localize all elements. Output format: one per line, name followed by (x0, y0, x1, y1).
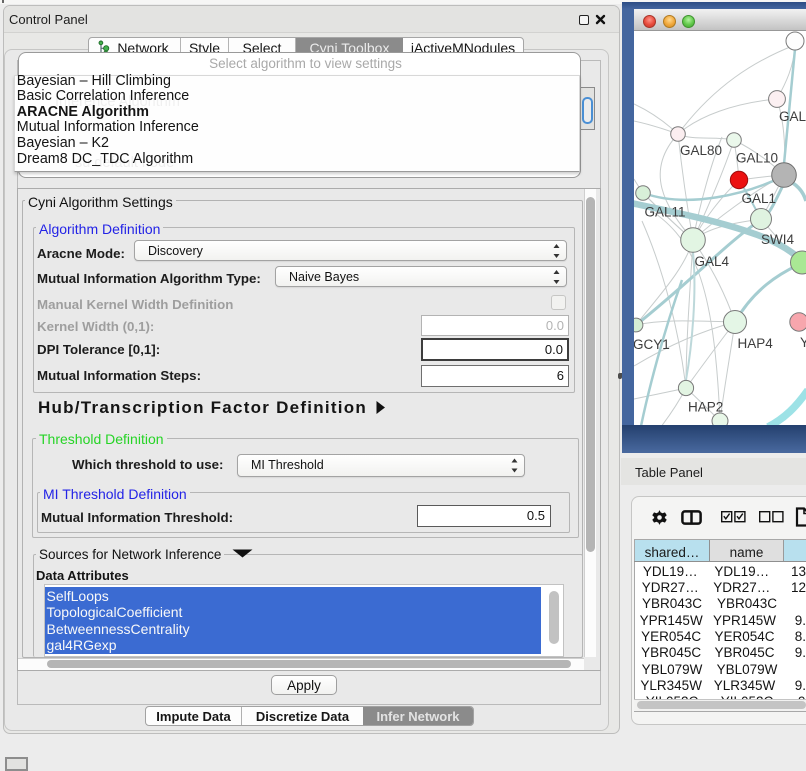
svg-text:GAL80: GAL80 (680, 143, 722, 158)
svg-text:Y: Y (800, 335, 806, 350)
svg-text:HAP4: HAP4 (738, 336, 774, 351)
svg-text:GAL4: GAL4 (695, 254, 730, 269)
svg-text:HAP2: HAP2 (688, 400, 723, 415)
svg-text:GAL11: GAL11 (645, 205, 686, 220)
svg-text:GAL7: GAL7 (779, 109, 806, 124)
svg-text:GAL10: GAL10 (736, 151, 778, 166)
svg-text:SWI4: SWI4 (761, 232, 794, 247)
svg-text:GCY1: GCY1 (634, 337, 670, 352)
svg-text:GAL1: GAL1 (742, 191, 777, 206)
